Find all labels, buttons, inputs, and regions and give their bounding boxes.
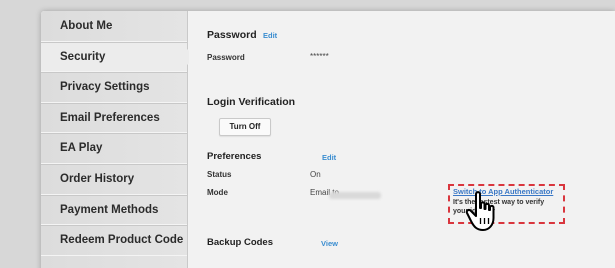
backup-codes-view-link[interactable]: View (321, 239, 338, 248)
password-label: Password (207, 53, 245, 62)
sidebar-item-email-preferences[interactable]: Email Preferences (41, 103, 187, 134)
sidebar-item-payment-methods[interactable]: Payment Methods (41, 195, 187, 226)
sidebar-item-privacy-settings[interactable]: Privacy Settings (41, 72, 187, 103)
redacted-email (329, 192, 381, 199)
mode-label: Mode (207, 188, 228, 197)
sidebar-item-order-history[interactable]: Order History (41, 164, 187, 195)
password-heading: Password (207, 29, 257, 41)
hand-pointer-icon (465, 191, 495, 231)
security-panel: Password Edit Password ****** Login Veri… (189, 11, 615, 268)
account-settings-window: About Me Security Privacy Settings Email… (41, 11, 615, 268)
password-value: ****** (310, 52, 329, 61)
status-label: Status (207, 170, 232, 179)
sidebar-item-security[interactable]: Security (41, 41, 196, 73)
backup-codes-heading: Backup Codes (207, 237, 273, 248)
sidebar: About Me Security Privacy Settings Email… (41, 11, 196, 268)
status-value: On (310, 170, 321, 179)
password-edit-link[interactable]: Edit (263, 31, 277, 40)
preferences-heading: Preferences (207, 151, 262, 162)
login-verification-heading: Login Verification (207, 96, 296, 108)
turn-off-button[interactable]: Turn Off (219, 118, 271, 136)
sidebar-item-about-me[interactable]: About Me (41, 11, 187, 42)
preferences-edit-link[interactable]: Edit (322, 153, 336, 162)
sidebar-item-ea-play[interactable]: EA Play (41, 133, 187, 164)
sidebar-item-redeem-product-code[interactable]: Redeem Product Code (41, 225, 187, 256)
